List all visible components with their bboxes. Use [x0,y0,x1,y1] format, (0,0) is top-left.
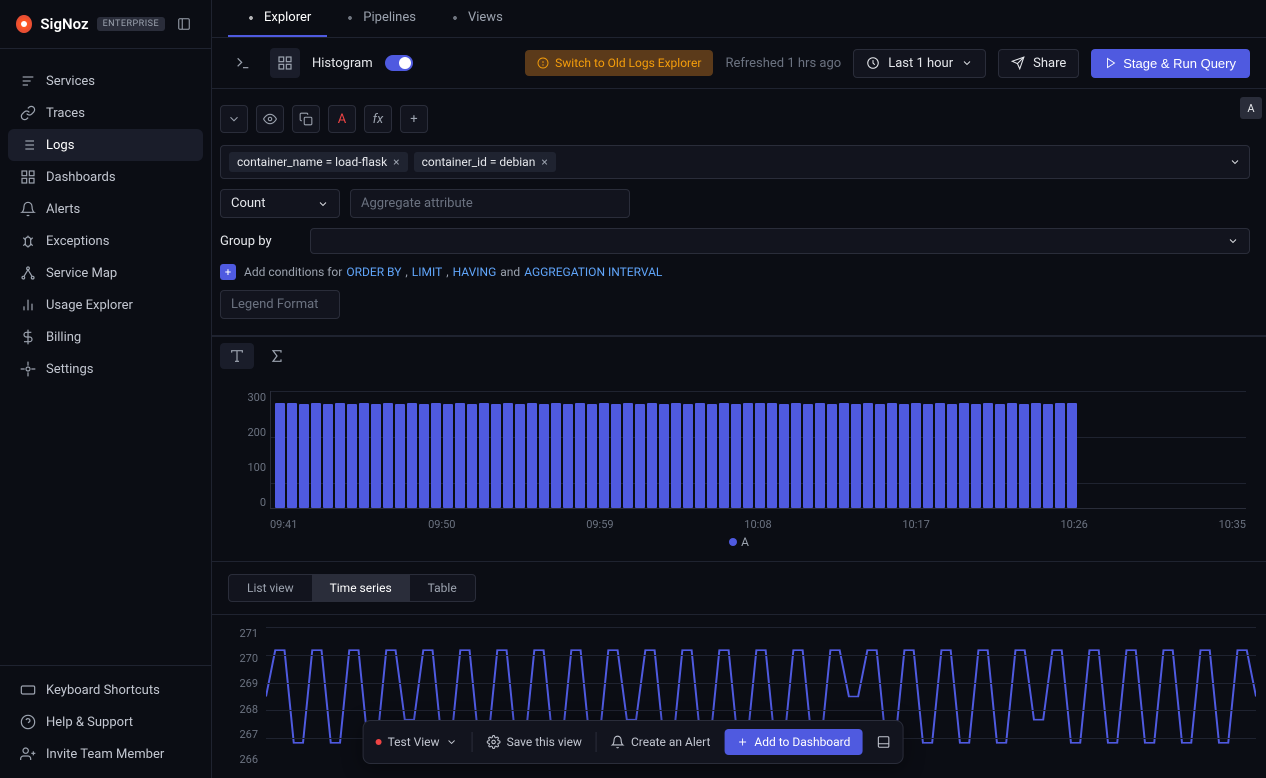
tier-badge: ENTERPRISE [97,17,166,31]
sidebar-item-dashboards[interactable]: Dashboards [8,161,203,193]
tab-pipelines[interactable]: Pipelines [327,0,432,37]
aggregation-select[interactable]: Count [220,189,340,218]
legend-format-input[interactable]: Legend Format [220,290,340,319]
bell-icon [20,201,36,217]
timerange-dropdown[interactable]: Last 1 hour [853,49,986,78]
bars-icon [20,73,36,89]
filter-tag: container_id = debian× [414,152,556,172]
filter-tag: container_name = load-flask× [229,152,408,172]
query-badge-a[interactable]: A [328,105,356,133]
sidebar-item-exceptions[interactable]: Exceptions [8,225,203,257]
agg-interval-link[interactable]: AGGREGATION INTERVAL [524,265,662,279]
copy-button[interactable] [292,105,320,133]
close-icon[interactable]: × [393,155,399,169]
sidebar-item-settings[interactable]: Settings [8,353,203,385]
aggregate-attribute-input[interactable]: Aggregate attribute [350,189,630,218]
view-tab-list-view[interactable]: List view [229,575,312,601]
switch-old-label: Switch to Old Logs Explorer [555,56,701,70]
having-link[interactable]: HAVING [453,265,497,279]
link-icon [20,105,36,121]
add-to-dashboard-button[interactable]: Add to Dashboard [724,729,862,755]
sidebar-item-service-map[interactable]: Service Map [8,257,203,289]
share-button[interactable]: Share [998,49,1079,78]
view-tab-table[interactable]: Table [410,575,475,601]
query-letter-badge: A [1240,97,1262,119]
mode-label: Histogram [312,56,373,71]
help-icon [20,714,36,730]
order-by-link[interactable]: ORDER BY [346,265,401,279]
tab-views[interactable]: Views [432,0,519,37]
terminal-button[interactable] [228,48,258,78]
tab-explorer[interactable]: Explorer [228,0,327,37]
user-plus-icon [20,746,36,762]
chevron-down-icon[interactable] [1229,156,1241,168]
sidebar-item-keyboard-shortcuts[interactable]: Keyboard Shortcuts [8,674,203,706]
sidebar-item-services[interactable]: Services [8,65,203,97]
chevron-down-icon[interactable] [220,105,248,133]
add-query-button[interactable]: + [400,105,428,133]
sidebar-item-usage-explorer[interactable]: Usage Explorer [8,289,203,321]
grid-icon [20,169,36,185]
run-query-button[interactable]: Stage & Run Query [1091,49,1250,78]
sidebar-item-invite-team-member[interactable]: Invite Team Member [8,738,203,770]
histogram-toggle[interactable] [385,55,413,71]
view-tab-time-series[interactable]: Time series [312,575,410,601]
visibility-toggle[interactable] [256,105,284,133]
sql-mode-button[interactable] [220,343,254,369]
save-view-button[interactable]: Save this view [487,735,582,749]
create-alert-button[interactable]: Create an Alert [611,735,710,749]
view-name-select[interactable]: Test View [376,735,458,749]
switch-old-explorer-button[interactable]: Switch to Old Logs Explorer [525,50,713,76]
sidebar-item-traces[interactable]: Traces [8,97,203,129]
sidebar-item-alerts[interactable]: Alerts [8,193,203,225]
sidebar-item-logs[interactable]: Logs [8,129,203,161]
refreshed-label: Refreshed 1 hrs ago [725,56,841,71]
sidebar-collapse-button[interactable] [173,12,195,36]
limit-link[interactable]: LIMIT [412,265,442,279]
logo [16,15,32,33]
sigma-mode-button[interactable] [260,343,294,369]
chart-legend: A [232,531,1246,553]
fx-button[interactable]: fx [364,105,392,133]
group-by-label: Group by [220,228,300,254]
histogram-chart [270,391,1246,509]
gear-icon [20,361,36,377]
map-icon [20,265,36,281]
share-label: Share [1033,56,1066,71]
logs-icon [20,137,36,153]
run-label: Stage & Run Query [1123,56,1236,71]
status-dot-icon [376,739,382,745]
bug-icon [20,233,36,249]
close-icon[interactable]: × [541,155,547,169]
filter-input[interactable]: container_name = load-flask× container_i… [220,145,1250,179]
builder-button[interactable] [270,48,300,78]
timerange-label: Last 1 hour [888,56,953,71]
keyboard-icon [20,682,36,698]
sidebar-item-billing[interactable]: Billing [8,321,203,353]
floating-action-bar: Test View Save this view Create an Alert… [363,720,904,764]
chart-icon [20,297,36,313]
brand-name: SigNoz [40,15,88,33]
expand-button[interactable] [876,735,890,749]
group-by-select[interactable] [310,228,1250,254]
sidebar-item-help-support[interactable]: Help & Support [8,706,203,738]
plus-icon[interactable]: + [220,264,236,280]
dollar-icon [20,329,36,345]
